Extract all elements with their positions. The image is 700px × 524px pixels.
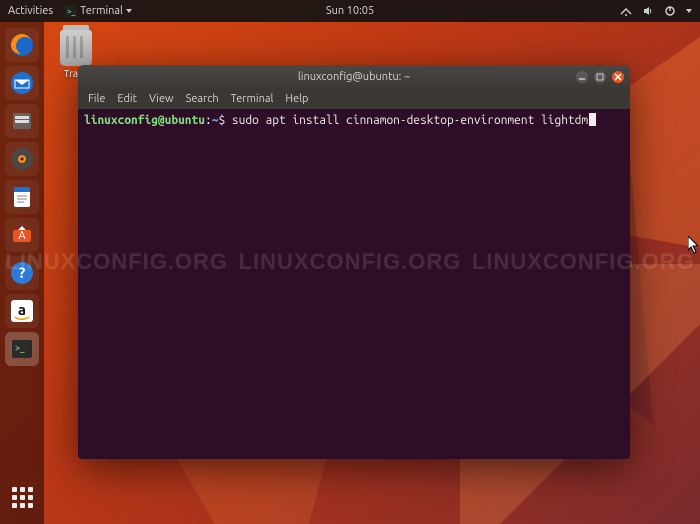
trash-icon — [60, 30, 92, 66]
dock-terminal[interactable]: >_ — [5, 332, 39, 366]
window-titlebar[interactable]: linuxconfig@ubuntu: ~ — [78, 65, 630, 89]
power-icon[interactable] — [664, 5, 676, 17]
terminal-command: sudo apt install cinnamon-desktop-enviro… — [232, 114, 588, 127]
terminal-body[interactable]: linuxconfig@ubuntu:~$ sudo apt install c… — [78, 109, 630, 459]
files-icon — [9, 108, 35, 134]
menu-file[interactable]: File — [88, 93, 105, 105]
window-close-button[interactable] — [612, 71, 624, 83]
help-icon: ? — [9, 260, 35, 286]
app-menu[interactable]: >_ Terminal — [65, 5, 132, 17]
svg-text:a: a — [18, 301, 26, 318]
dock-writer[interactable] — [5, 180, 39, 214]
mouse-pointer-icon — [688, 236, 700, 254]
menu-help[interactable]: Help — [285, 93, 308, 105]
clock[interactable]: Sun 10:05 — [326, 5, 374, 17]
software-icon: A — [9, 222, 35, 248]
dock-software[interactable]: A — [5, 218, 39, 252]
music-icon — [9, 146, 35, 172]
terminal-cursor — [589, 113, 596, 126]
document-icon — [9, 184, 35, 210]
app-menu-label: Terminal — [80, 5, 123, 17]
dock: A ? a >_ — [0, 22, 44, 524]
terminal-app-icon: >_ — [9, 336, 35, 362]
terminal-menubar: File Edit View Search Terminal Help — [78, 89, 630, 109]
activities-button[interactable]: Activities — [8, 5, 53, 17]
prompt-user-host: linuxconfig@ubuntu — [84, 114, 205, 127]
prompt-sep: : — [205, 114, 212, 127]
firefox-icon — [9, 32, 35, 58]
menu-search[interactable]: Search — [186, 93, 219, 105]
svg-text:?: ? — [19, 264, 26, 281]
prompt-symbol: $ — [218, 114, 225, 127]
svg-text:A: A — [18, 230, 26, 242]
dock-amazon[interactable]: a — [5, 294, 39, 328]
menu-terminal[interactable]: Terminal — [231, 93, 274, 105]
volume-icon[interactable] — [642, 5, 654, 17]
thunderbird-icon — [9, 70, 35, 96]
system-menu-chevron-icon — [686, 9, 692, 13]
menu-view[interactable]: View — [149, 93, 174, 105]
network-icon[interactable] — [620, 5, 632, 17]
dock-files[interactable] — [5, 104, 39, 138]
dock-help[interactable]: ? — [5, 256, 39, 290]
show-applications-button[interactable] — [5, 480, 39, 514]
dock-firefox[interactable] — [5, 28, 39, 62]
svg-text:>_: >_ — [67, 7, 76, 16]
amazon-icon: a — [9, 298, 35, 324]
window-maximize-button[interactable] — [594, 71, 606, 83]
terminal-icon: >_ — [65, 5, 77, 17]
window-title: linuxconfig@ubuntu: ~ — [298, 71, 410, 83]
terminal-window: linuxconfig@ubuntu: ~ File Edit View Sea… — [78, 65, 630, 459]
gnome-topbar: Activities >_ Terminal Sun 10:05 — [0, 0, 700, 22]
chevron-down-icon — [126, 9, 132, 13]
menu-edit[interactable]: Edit — [117, 93, 137, 105]
window-minimize-button[interactable] — [576, 71, 588, 83]
svg-text:>_: >_ — [15, 343, 25, 353]
dock-thunderbird[interactable] — [5, 66, 39, 100]
dock-rhythmbox[interactable] — [5, 142, 39, 176]
